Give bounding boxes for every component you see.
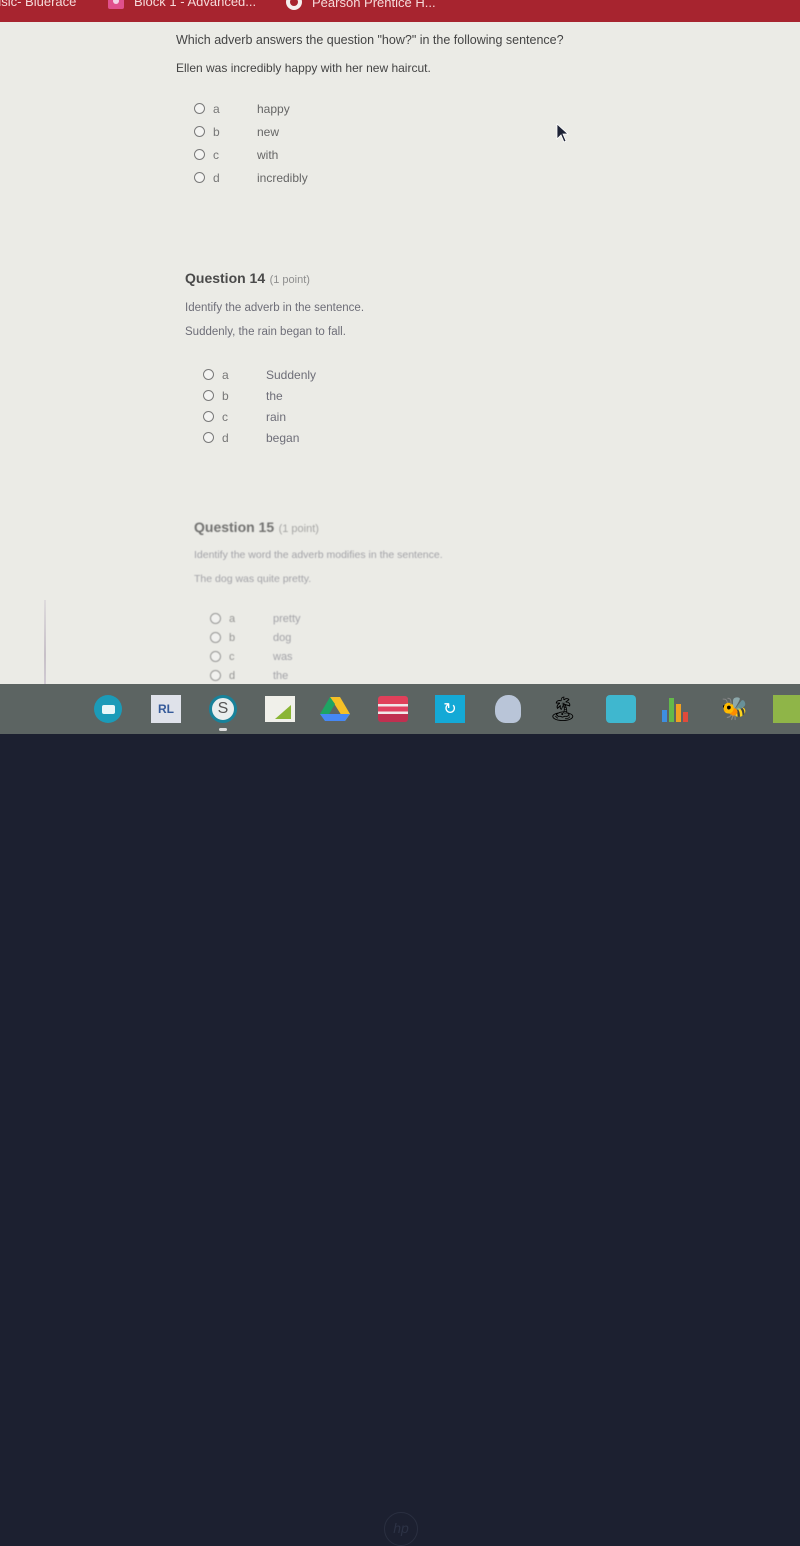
question-sentence: The dog was quite pretty. [194,573,312,585]
books-stack-icon [378,696,408,722]
running-indicator [219,728,227,731]
radio-button[interactable] [194,126,205,137]
bookmarks-bar: usic- Bluerace Block 1 - Advanced... Pea… [0,0,800,22]
option-c[interactable]: c with [194,143,308,166]
green-app-icon [773,695,800,723]
question-prompt: Identify the word the adverb modifies in… [194,549,443,561]
option-d[interactable]: d began [203,427,316,448]
options-list: a Suddenly b the c rain d began [203,364,316,448]
rl-icon: RL [151,695,181,723]
question-15: Question 15 (1 point) Identify the word … [194,519,443,682]
swirl-app[interactable]: ↻ [435,694,465,724]
radio-button[interactable] [203,369,214,380]
bookmark-label: usic- Bluerace [0,0,77,9]
option-d[interactable]: d incredibly [194,166,308,189]
schoology-app[interactable]: S [208,694,238,724]
map-app[interactable] [606,694,636,724]
question-points: (1 point) [269,274,310,286]
question-prompt: Which adverb answers the question "how?"… [176,33,564,47]
radio-button[interactable] [203,411,214,422]
google-drive-icon [320,697,350,721]
map-icon [606,695,636,723]
option-b[interactable]: b new [194,120,308,143]
google-meet-app[interactable] [93,694,123,724]
bookmark-music[interactable]: usic- Bluerace [0,0,76,9]
island-app[interactable]: 🏝 [548,694,578,724]
option-a[interactable]: a Suddenly [203,364,316,385]
radio-button[interactable] [194,103,205,114]
readlang-app[interactable]: RL [151,694,181,724]
schoology-icon: S [209,695,237,723]
radio-button[interactable] [210,632,221,643]
bar-chart-icon [662,696,688,722]
question-title: Question 15 [194,519,275,535]
question-title: Question 14 [185,270,266,286]
option-b[interactable]: b the [203,385,316,406]
swirl-icon: ↻ [435,695,465,723]
options-list: a happy b new c with d incredibly [194,97,308,189]
radio-button[interactable] [210,613,221,624]
books-app[interactable] [378,694,408,724]
quiz-page: Which adverb answers the question "how?"… [0,22,800,684]
question-sentence: Ellen was incredibly happy with her new … [176,61,431,75]
question-sentence: Suddenly, the rain began to fall. [185,326,346,338]
bookmark-label: Pearson Prentice H... [312,0,436,10]
bookmark-label: Block 1 - Advanced... [134,0,257,9]
option-a[interactable]: a pretty [210,609,301,628]
app-shelf: RL S ↻ 🏝 🐝 [0,684,800,734]
option-c[interactable]: c rain [203,406,316,427]
head-profile-icon [495,695,521,723]
options-list: a pretty b dog c was d the [210,609,301,685]
option-d[interactable]: d the [210,666,301,685]
question-points: (1 point) [278,523,319,535]
radio-button[interactable] [194,172,205,183]
option-c[interactable]: c was [210,647,301,666]
option-b[interactable]: b dog [210,628,301,647]
green-app[interactable] [773,694,800,724]
bookmark-block1[interactable]: Block 1 - Advanced... [108,0,256,9]
mouse-cursor-icon [556,123,570,143]
hp-logo-icon: hp [384,1512,418,1546]
google-drive-app[interactable] [320,694,350,724]
pearson-icon [286,0,302,10]
sheets-signal-app[interactable] [265,694,295,724]
radio-button[interactable] [210,651,221,662]
bee-icon: 🐝 [721,696,749,721]
radio-button[interactable] [203,432,214,443]
question-prompt: Identify the adverb in the sentence. [185,302,365,314]
bookmark-pearson[interactable]: Pearson Prentice H... [286,0,436,10]
question-14: Question 14 (1 point) Identify the adver… [185,270,365,445]
bar-chart-app[interactable] [660,694,690,724]
head-profile-app[interactable] [493,694,523,724]
question-13: Which adverb answers the question "how?"… [176,33,564,185]
video-camera-icon [94,695,122,723]
palm-island-icon: 🏝 [547,695,579,723]
option-a[interactable]: a happy [194,97,308,120]
radio-button[interactable] [194,149,205,160]
radio-button[interactable] [210,670,221,681]
classroom-icon [108,0,124,9]
bee-mascot-app[interactable]: 🐝 [720,694,750,724]
laptop-bezel: hp [0,734,800,1546]
signal-chart-icon [265,696,295,722]
radio-button[interactable] [203,390,214,401]
